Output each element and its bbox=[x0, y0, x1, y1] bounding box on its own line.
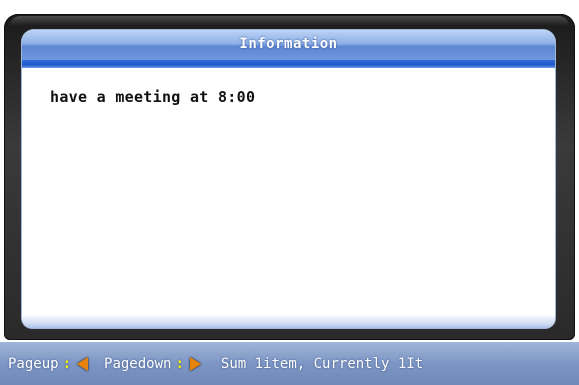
item-count-status: Sum 1item, Currently 1It bbox=[220, 355, 424, 372]
dialog-titlebar: Information bbox=[22, 30, 555, 60]
dialog-title: Information bbox=[239, 36, 338, 52]
title-underline bbox=[22, 60, 555, 68]
bezel-highlight bbox=[10, 16, 569, 26]
status-row: Pageup : Pagedown : Sum 1item, Currently… bbox=[8, 342, 423, 385]
status-bar: Pageup : Pagedown : Sum 1item, Currently… bbox=[0, 342, 579, 385]
pageup-separator: : bbox=[62, 355, 72, 372]
pageup-label: Pageup bbox=[8, 355, 59, 372]
device-screen: Information have a meeting at 8:00 Pageu… bbox=[0, 0, 579, 385]
pagedown-separator: : bbox=[175, 355, 184, 372]
right-arrow-icon[interactable] bbox=[189, 356, 201, 371]
left-arrow-icon[interactable] bbox=[77, 356, 89, 371]
dialog-bottom-glow bbox=[22, 314, 555, 328]
pagedown-label: Pagedown bbox=[104, 355, 172, 372]
information-dialog: Information have a meeting at 8:00 bbox=[22, 30, 555, 328]
message-text: have a meeting at 8:00 bbox=[50, 88, 256, 106]
